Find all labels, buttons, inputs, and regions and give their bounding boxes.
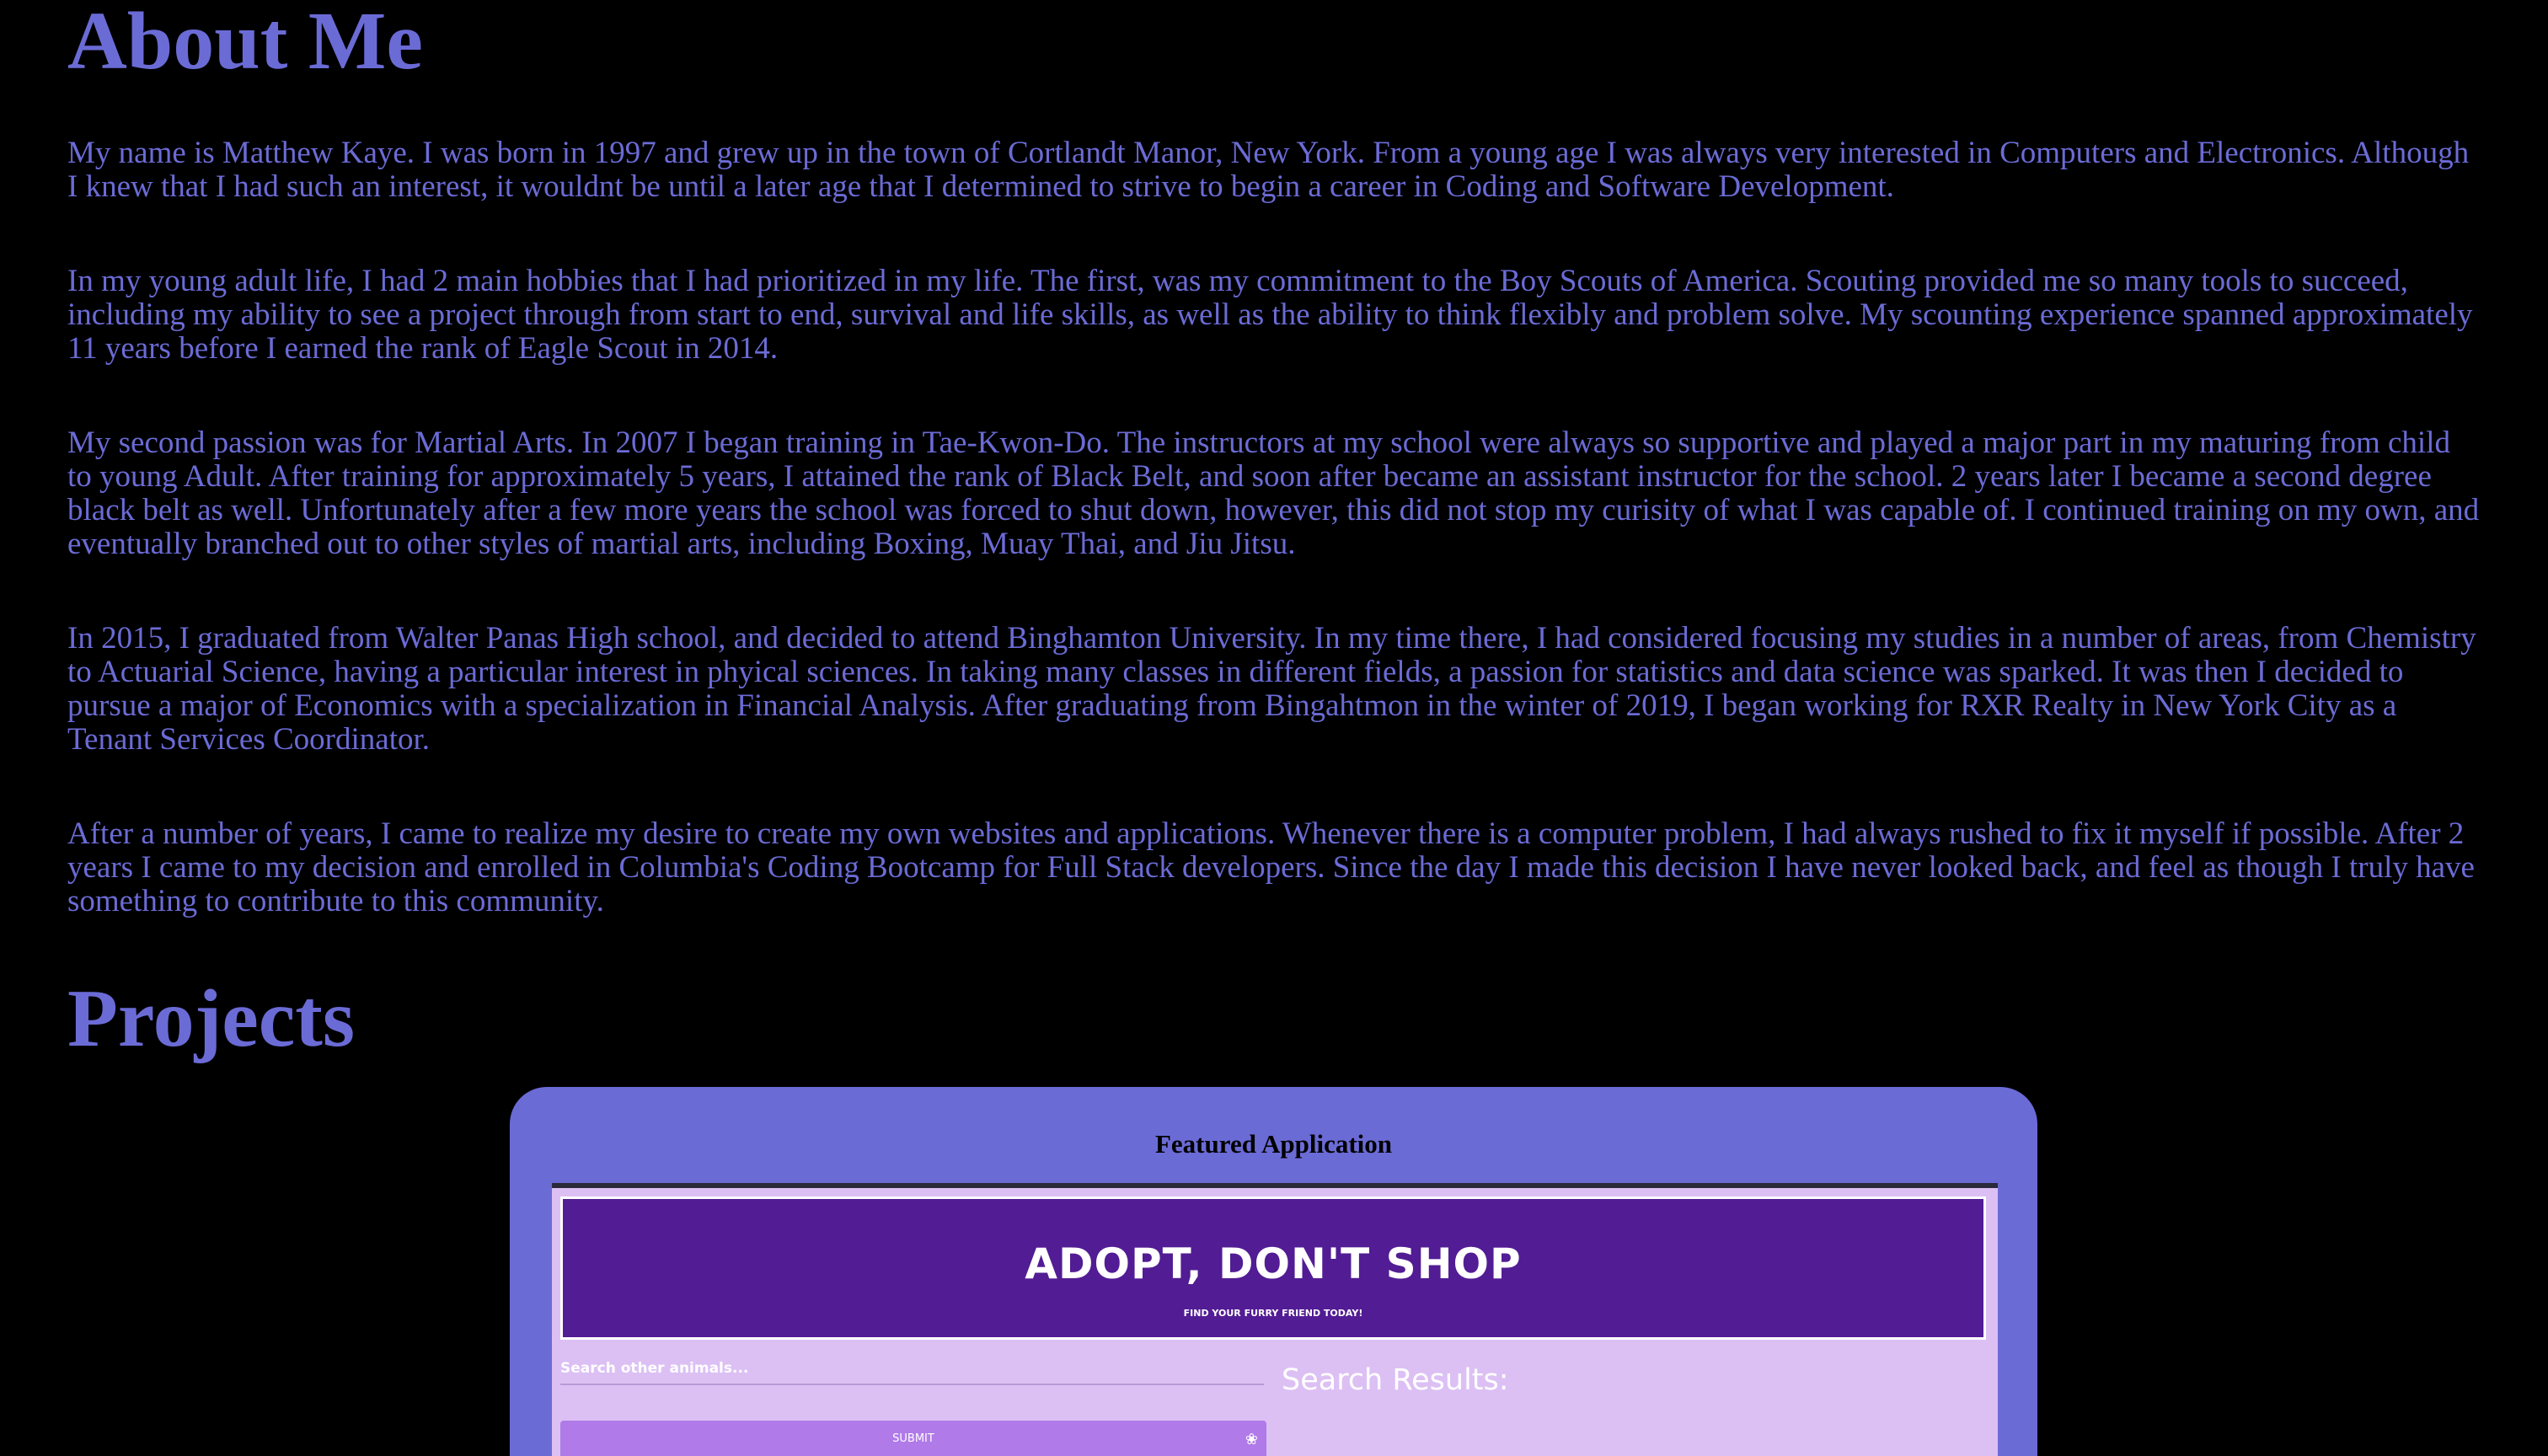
about-body: My name is Matthew Kaye. I was born in 1… xyxy=(67,136,2481,918)
about-paragraph: In my young adult life, I had 2 main hob… xyxy=(67,264,2473,366)
search-results-title: Search Results: xyxy=(1282,1363,1509,1397)
app-title: ADOPT, DON'T SHOP xyxy=(1025,1239,1522,1288)
about-paragraph: After a number of years, I came to reali… xyxy=(67,816,2475,918)
app-header: ADOPT, DON'T SHOP FIND YOUR FURRY FRIEND… xyxy=(560,1196,1986,1340)
page-content: About Me My name is Matthew Kaye. I was … xyxy=(67,0,2481,1060)
about-paragraph: In 2015, I graduated from Walter Panas H… xyxy=(67,621,2476,757)
projects-title: Projects xyxy=(67,973,355,1064)
featured-label: Featured Application xyxy=(1154,1129,1393,1159)
paw-icon: ❀ xyxy=(1245,1431,1258,1448)
submit-label: SUBMIT xyxy=(892,1432,934,1445)
app-subtitle: FIND YOUR FURRY FRIEND TODAY! xyxy=(1183,1308,1363,1319)
about-paragraph: My name is Matthew Kaye. I was born in 1… xyxy=(67,136,2470,204)
submit-button[interactable]: SUBMIT ❀ xyxy=(560,1421,1266,1456)
about-title: About Me xyxy=(67,0,423,87)
featured-application-card[interactable]: Featured Application ADOPT, DON'T SHOP F… xyxy=(510,1087,2037,1456)
about-paragraph: My second passion was for Martial Arts. … xyxy=(67,426,2480,561)
search-input[interactable] xyxy=(560,1353,1264,1385)
app-preview-frame[interactable]: ADOPT, DON'T SHOP FIND YOUR FURRY FRIEND… xyxy=(552,1183,1998,1456)
